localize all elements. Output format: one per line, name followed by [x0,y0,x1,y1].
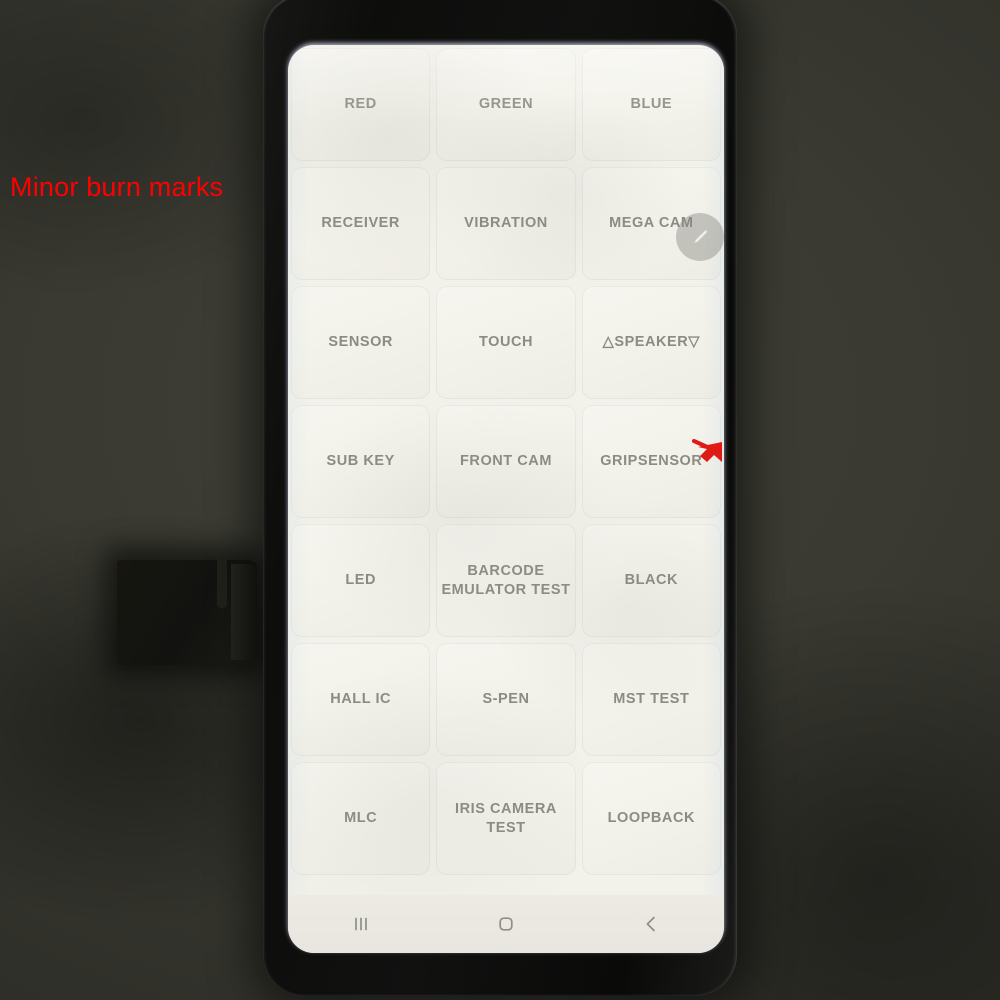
button-label: △SPEAKER▽ [602,334,700,351]
test-button-iris-camera-test[interactable]: IRIS CAMERA TEST [433,759,578,878]
burn-marks-annotation: Minor burn marks [10,172,223,203]
button-label: SUB KEY [326,453,395,470]
button-label: FRONT CAM [460,453,552,470]
test-button-hall-ic[interactable]: HALL IC [288,640,433,759]
button-label: GREEN [478,96,534,113]
phone-screen: RED GREEN BLUE RECEIVER VIBRATION MEGA CAM SEN… [288,45,724,953]
nav-back-button[interactable] [616,900,686,948]
button-label: RECEIVER [321,215,400,232]
test-button-barcode-emulator-test[interactable]: BARCODE EMULATOR TEST [433,521,578,640]
test-button-black[interactable]: BLACK [579,521,724,640]
phone-device: RED GREEN BLUE RECEIVER VIBRATION MEGA CAM SEN… [263,0,737,996]
nav-home-button[interactable] [471,900,541,948]
test-button-blue[interactable]: BLUE [579,45,724,164]
button-label: BARCODE EMULATOR TEST [441,562,571,598]
home-icon [499,917,513,931]
button-label: VIBRATION [464,215,548,232]
button-label: RED [344,96,377,113]
floating-pen-button[interactable] [676,213,724,261]
test-button-front-cam[interactable]: FRONT CAM [433,402,578,521]
button-label: BLUE [630,96,673,113]
button-label: GRIPSENSOR [600,453,703,470]
nav-recents-button[interactable] [326,900,396,948]
pen-icon [693,229,708,244]
button-label: TOUCH [478,334,534,351]
test-button-s-pen[interactable]: S-PEN [433,640,578,759]
test-button-sub-key[interactable]: SUB KEY [288,402,433,521]
button-label: SENSOR [328,334,393,351]
test-button-sensor[interactable]: SENSOR [288,283,433,402]
button-label: BLACK [624,572,679,589]
recents-icon [354,917,367,931]
button-label: MLC [344,810,378,827]
button-label: LOOPBACK [607,810,695,827]
test-button-receiver[interactable]: RECEIVER [288,164,433,283]
photo-scene: Minor burn marks RED GREEN BLUE RECEIVER VIB… [0,0,1000,1000]
button-label: S-PEN [482,691,530,708]
test-button-loopback[interactable]: LOOPBACK [579,759,724,878]
test-button-speaker[interactable]: △SPEAKER▽ [579,283,724,402]
test-button-green[interactable]: GREEN [433,45,578,164]
system-navigation-bar [288,895,724,953]
burn-marks-annotation-text: Minor burn marks [10,172,224,202]
button-label: MST TEST [613,691,690,708]
clamp-object [117,560,257,665]
test-button-grid: RED GREEN BLUE RECEIVER VIBRATION MEGA CAM SEN… [288,45,724,878]
test-button-mst-test[interactable]: MST TEST [579,640,724,759]
test-button-red[interactable]: RED [288,45,433,164]
button-label: HALL IC [330,691,392,708]
test-button-touch[interactable]: TOUCH [433,283,578,402]
button-label: LED [345,572,376,589]
test-button-led[interactable]: LED [288,521,433,640]
back-icon [646,916,656,932]
button-label: IRIS CAMERA TEST [455,800,557,836]
test-button-vibration[interactable]: VIBRATION [433,164,578,283]
test-button-mlc[interactable]: MLC [288,759,433,878]
cursor-arrow [692,432,734,475]
